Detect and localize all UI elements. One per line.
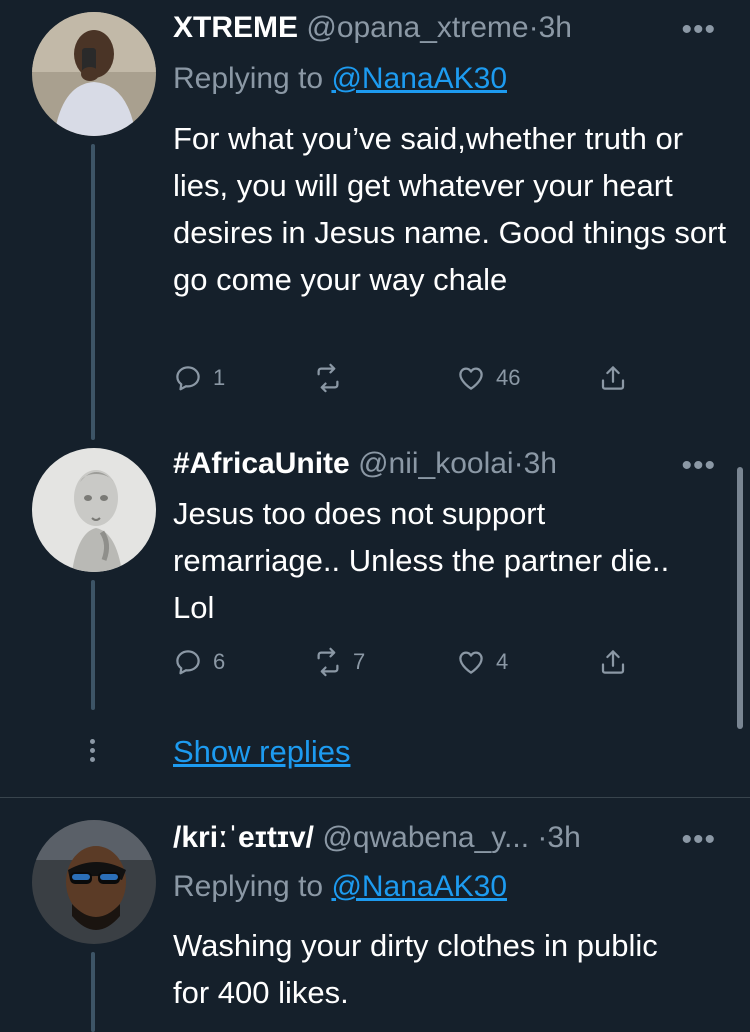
timestamp[interactable]: 3h: [547, 821, 580, 854]
tweet-text: Jesus too does not support remarriage.. …: [173, 496, 670, 625]
reply-button[interactable]: 6: [173, 647, 225, 677]
separator-dot: ·: [537, 821, 548, 854]
avatar-statue-photo: [32, 448, 156, 572]
separator-dot: ·: [513, 447, 524, 480]
tweet-2[interactable]: #AfricaUnite @nii_koolai·3h ••• Jesus to…: [0, 0, 750, 720]
reply-icon: [176, 650, 200, 675]
share-icon: [601, 650, 625, 674]
tweet-header: /kriːˈeɪtɪv/ @qwabena_y... ·3h: [173, 820, 581, 856]
like-button[interactable]: 4: [456, 647, 508, 677]
avatar[interactable]: [32, 448, 156, 572]
replying-to-label: Replying to: [173, 870, 332, 903]
retweet-count: 7: [353, 649, 366, 674]
tweet-3[interactable]: /kriːˈeɪtɪv/ @qwabena_y... ·3h ••• Reply…: [0, 798, 750, 1032]
tweet-text: Washing your dirty clothes in public for…: [173, 928, 658, 1010]
tweet-header: #AfricaUnite @nii_koolai·3h: [173, 446, 557, 482]
tweet-actions: 6 7 4: [173, 647, 653, 683]
reply-count: 6: [213, 649, 226, 674]
retweet-button[interactable]: 7: [313, 647, 365, 677]
like-count: 4: [496, 649, 509, 674]
show-replies-link[interactable]: Show replies: [173, 734, 350, 770]
replying-to-mention[interactable]: @NanaAK30: [331, 870, 507, 903]
thread-line: [91, 580, 95, 710]
thread-line: [91, 952, 95, 1032]
share-button[interactable]: [598, 647, 628, 677]
avatar-sunglasses-photo: [32, 820, 156, 944]
user-handle[interactable]: @qwabena_y...: [322, 821, 529, 854]
more-options-icon[interactable]: •••: [681, 825, 716, 855]
more-replies-dots-icon: [90, 739, 96, 766]
more-options-icon[interactable]: •••: [681, 451, 716, 481]
timestamp[interactable]: 3h: [524, 447, 557, 480]
display-name[interactable]: #AfricaUnite: [173, 447, 350, 480]
user-handle[interactable]: @nii_koolai: [358, 447, 514, 480]
scrollbar[interactable]: [737, 467, 743, 729]
avatar[interactable]: [32, 820, 156, 944]
replying-to: Replying to @NanaAK30: [173, 870, 507, 904]
display-name[interactable]: /kriːˈeɪtɪv/: [173, 821, 314, 854]
heart-icon: [459, 651, 483, 674]
retweet-icon: [317, 647, 339, 677]
